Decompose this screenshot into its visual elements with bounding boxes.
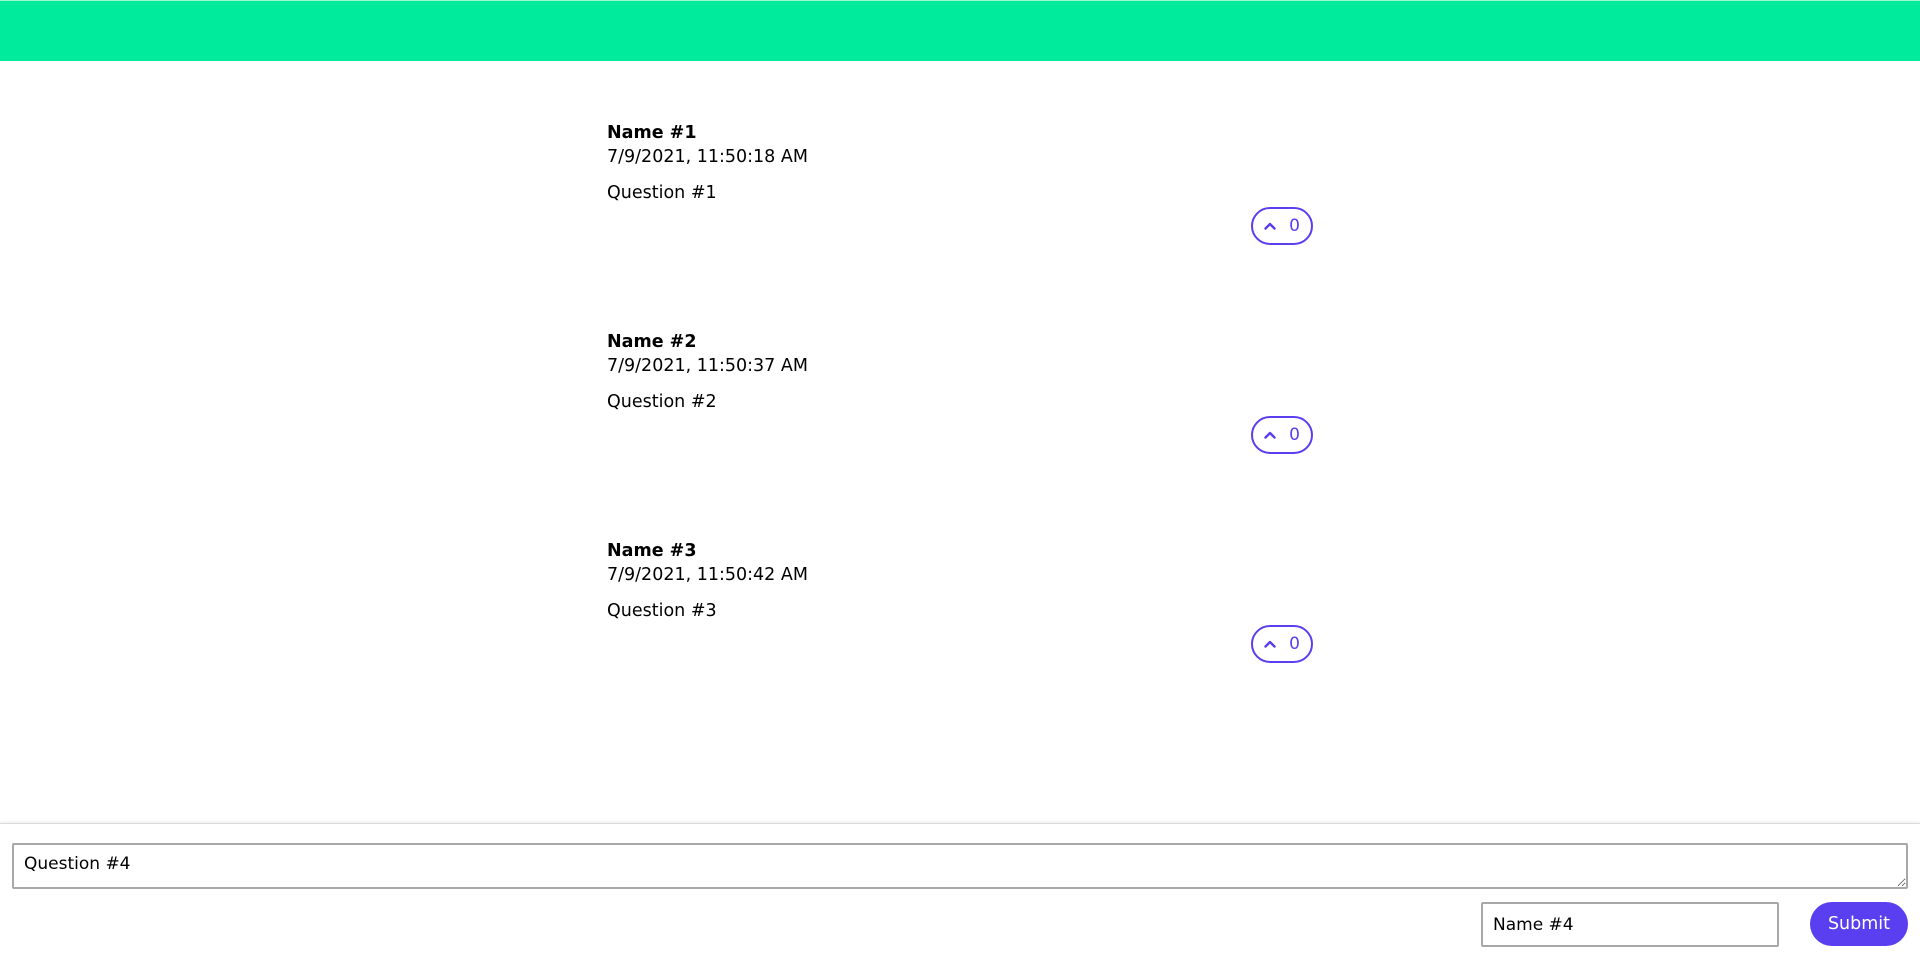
question-timestamp: 7/9/2021, 11:50:18 AM (607, 147, 808, 167)
question-card: Name #3 7/9/2021, 11:50:42 AM Question #… (607, 539, 1316, 748)
vote-count: 0 (1289, 424, 1300, 445)
question-composer: Question #4 Submit (0, 823, 1920, 963)
question-author-name: Name #3 (607, 541, 697, 561)
name-input[interactable] (1481, 902, 1779, 947)
question-text: Question #3 (607, 601, 717, 621)
question-text: Question #1 (607, 183, 717, 203)
question-list: Name #1 7/9/2021, 11:50:18 AM Question #… (607, 121, 1316, 748)
chevron-up-icon (1264, 222, 1276, 230)
question-timestamp: 7/9/2021, 11:50:37 AM (607, 356, 808, 376)
question-card: Name #2 7/9/2021, 11:50:37 AM Question #… (607, 330, 1316, 539)
upvote-button[interactable]: 0 (1251, 625, 1313, 663)
vote-count: 0 (1289, 215, 1300, 236)
question-input[interactable]: Question #4 (12, 843, 1908, 889)
vote-count: 0 (1289, 633, 1300, 654)
question-timestamp: 7/9/2021, 11:50:42 AM (607, 565, 808, 585)
upvote-button[interactable]: 0 (1251, 207, 1313, 245)
question-card: Name #1 7/9/2021, 11:50:18 AM Question #… (607, 121, 1316, 330)
top-bar (0, 0, 1920, 61)
upvote-button[interactable]: 0 (1251, 416, 1313, 454)
question-author-name: Name #2 (607, 332, 697, 352)
question-text: Question #2 (607, 392, 717, 412)
chevron-up-icon (1264, 640, 1276, 648)
question-author-name: Name #1 (607, 123, 697, 143)
submit-button[interactable]: Submit (1810, 902, 1908, 946)
chevron-up-icon (1264, 431, 1276, 439)
